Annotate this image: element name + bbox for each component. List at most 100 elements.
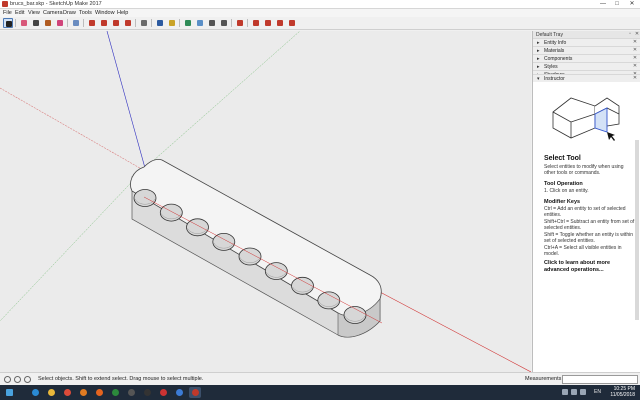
tape-measure-tool-icon [141,20,147,26]
tool-title: Select Tool [544,155,581,162]
zoom-tool-button[interactable] [207,18,217,28]
tray-scrollbar[interactable] [635,140,639,320]
battery-icon[interactable] [580,389,586,395]
status-bar: Select objects. Shift to extend select. … [0,372,640,385]
line-tool-button[interactable] [31,18,41,28]
firefox-app[interactable] [93,387,105,398]
layout-tool-icon [289,20,295,26]
volume-icon[interactable] [571,389,577,395]
pushpull-tool-button[interactable] [71,18,81,28]
menu-window[interactable]: Window [95,10,115,16]
panel-materials[interactable]: ▸ Materials ✕ [533,46,640,54]
language-indicator[interactable]: EN [594,389,601,395]
panel-close-button[interactable]: ✕ [632,47,638,54]
shape-tool-button[interactable] [55,18,65,28]
share-model-tool-icon [277,20,283,26]
app-6[interactable] [109,387,121,398]
zoom-window-tool-button[interactable] [219,18,229,28]
hole [212,232,236,251]
operation-heading: Tool Operation [544,181,583,187]
minimize-button[interactable]: — [596,0,610,8]
scale-tool-button[interactable] [123,18,133,28]
panel-components[interactable]: ▸ Components ✕ [533,54,640,62]
panel-close-button[interactable]: ✕ [632,39,638,46]
drawing-viewport[interactable] [0,31,531,372]
network-icon[interactable] [562,389,568,395]
menu-camera[interactable]: Camera [43,10,63,16]
media-app[interactable] [77,387,89,398]
maximize-button[interactable]: □ [610,0,624,8]
panel-close-button[interactable]: ✕ [632,63,638,70]
arc-tool-button[interactable] [43,18,53,28]
ie-app-icon [32,389,39,396]
operation-text: 1. Click on an entity. [544,188,589,194]
app-9[interactable] [157,387,169,398]
move-tool-icon [101,20,107,26]
tray-pin-button[interactable]: ▫ [627,31,633,38]
title-bar: brucs_bar.skp - SketchUp Make 2017 — □ ✕ [0,0,640,9]
panel-close-button[interactable]: ✕ [632,55,638,62]
zoom-extents-tool-button[interactable] [235,18,245,28]
menu-help[interactable]: Help [117,10,128,16]
select-tool-button[interactable] [3,18,13,28]
menu-bar: File Edit View Camera Draw Tools Window … [0,9,640,17]
media-app-icon [80,389,87,396]
panel-instructor[interactable]: ▾ Instructor ✕ [533,74,640,82]
toolbar-separator [67,19,68,27]
green-axis-negative [0,167,146,322]
app-8-icon [144,389,151,396]
credits-icon[interactable] [14,376,21,383]
menu-draw[interactable]: Draw [63,10,76,16]
panel-entity-info[interactable]: ▸ Entity Info ✕ [533,38,640,46]
panel-close-button[interactable]: ✕ [632,75,638,82]
panel-styles[interactable]: ▸ Styles ✕ [533,62,640,70]
menu-tools[interactable]: Tools [79,10,92,16]
text-tool-button[interactable] [155,18,165,28]
orbit-tool-button[interactable] [183,18,193,28]
paint-bucket-tool-button[interactable] [167,18,177,28]
toolbar-separator [135,19,136,27]
start-button[interactable] [3,387,15,398]
menu-edit[interactable]: Edit [15,10,24,16]
measurements-input[interactable] [562,375,638,384]
extension-warehouse-tool-button[interactable] [263,18,273,28]
model-canvas[interactable] [0,31,531,372]
geo-location-icon[interactable] [4,376,11,383]
system-clock[interactable]: 10:25 PM 11/05/2018 [605,386,635,398]
paint-bucket-tool-icon [169,20,175,26]
chrome-app[interactable] [61,387,73,398]
rotate-tool-button[interactable] [111,18,121,28]
app-7[interactable] [125,387,137,398]
eraser-tool-button[interactable] [19,18,29,28]
pan-tool-button[interactable] [195,18,205,28]
modifier-text-ctrl: Ctrl = Add an entity to set of selected … [544,206,626,218]
warehouse-tool-button[interactable] [251,18,261,28]
tape-measure-tool-button[interactable] [139,18,149,28]
instructor-content: Select Tool Select entities to modify wh… [533,82,639,370]
sketchup-app-icon [192,389,199,396]
app-8[interactable] [141,387,153,398]
green-axis-positive [144,31,301,169]
close-window-button[interactable]: ✕ [625,0,639,8]
hole [343,306,367,324]
eraser-tool-icon [21,20,27,26]
learn-more-link[interactable]: Click to learn about more advanced opera… [544,260,636,274]
menu-view[interactable]: View [28,10,40,16]
tray-close-button[interactable]: ✕ [634,31,640,38]
app-10-icon [176,389,183,396]
help-icon[interactable] [24,376,31,383]
bar-model[interactable] [130,159,382,338]
menu-file[interactable]: File [3,10,12,16]
layout-tool-button[interactable] [287,18,297,28]
offset-tool-button[interactable] [87,18,97,28]
explorer-app[interactable] [45,387,57,398]
share-model-tool-button[interactable] [275,18,285,28]
ie-app[interactable] [29,387,41,398]
move-tool-button[interactable] [99,18,109,28]
app-10[interactable] [173,387,185,398]
sketchup-app[interactable] [189,387,201,398]
pan-tool-icon [197,20,203,26]
hole [159,203,183,222]
scale-tool-icon [125,20,131,26]
modifier-heading: Modifier Keys [544,199,581,205]
